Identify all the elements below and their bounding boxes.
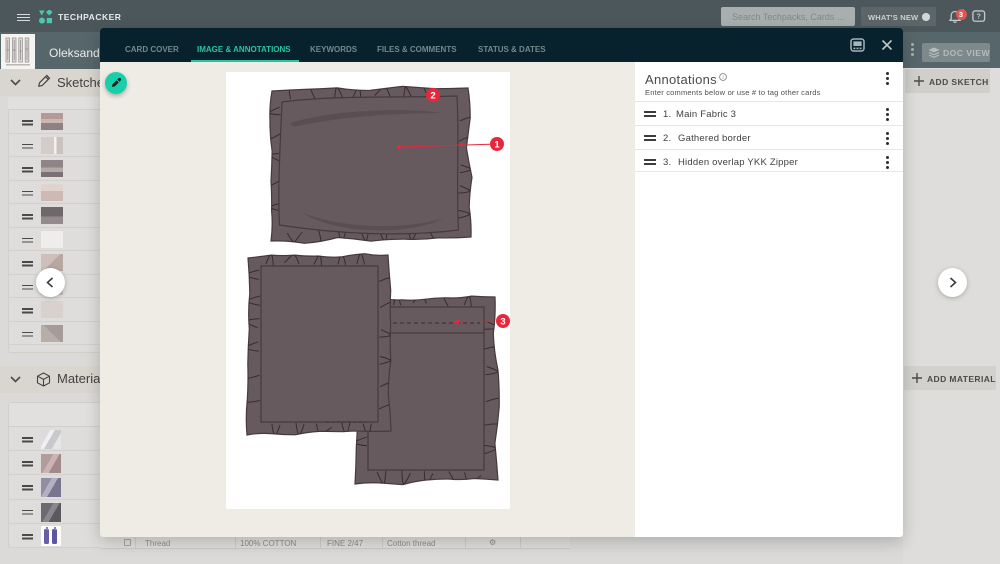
svg-text:?: ? — [977, 12, 981, 21]
svg-text:i: i — [722, 75, 723, 81]
svg-text:2: 2 — [430, 91, 435, 102]
svg-text:3: 3 — [500, 317, 505, 328]
svg-text:1: 1 — [494, 140, 500, 151]
